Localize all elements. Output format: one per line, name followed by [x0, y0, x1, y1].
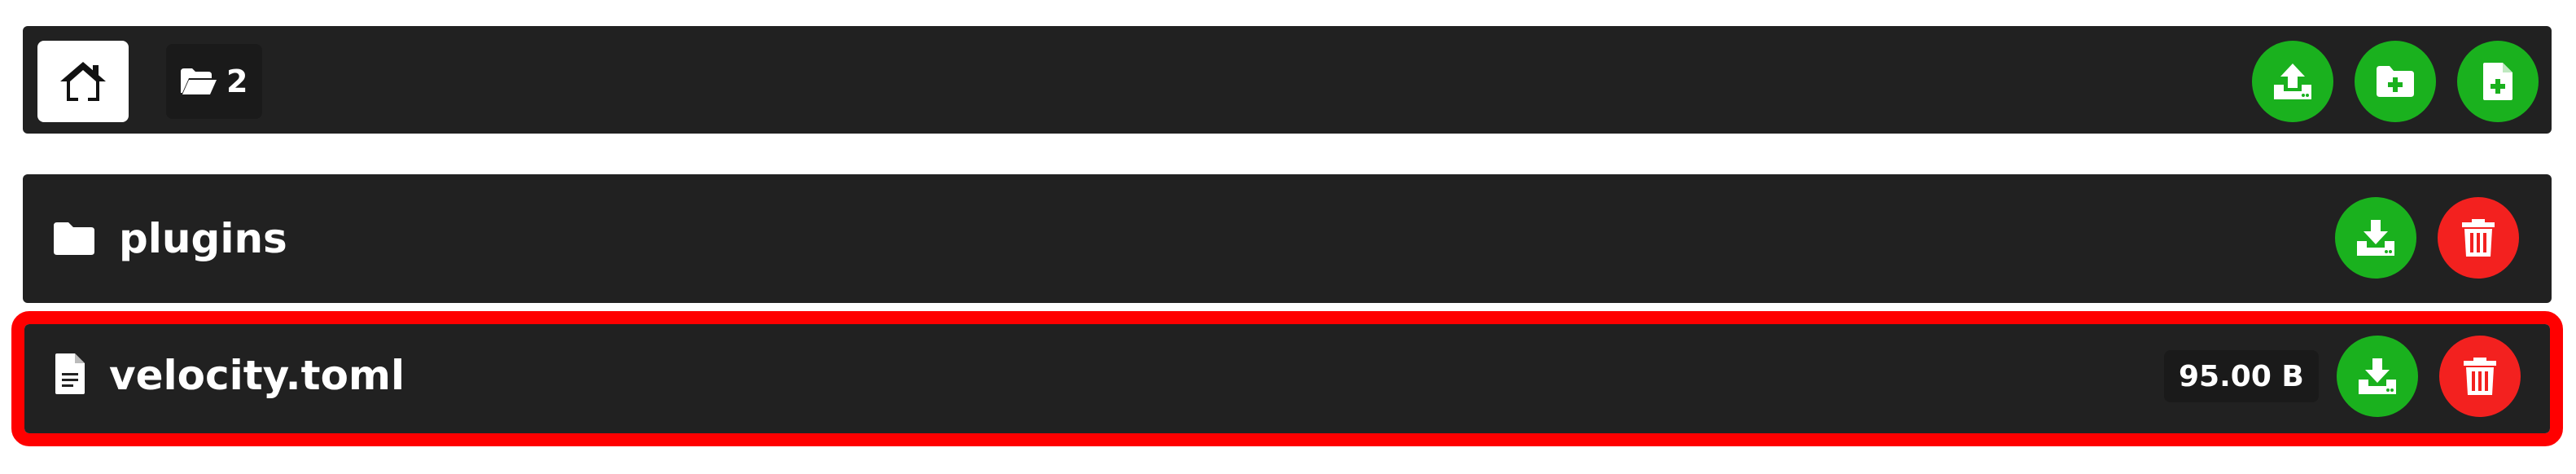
- upload-button[interactable]: [2252, 41, 2333, 122]
- download-button[interactable]: [2337, 336, 2418, 417]
- folder-open-icon: [181, 68, 217, 94]
- breadcrumb[interactable]: 2: [166, 44, 263, 119]
- download-button[interactable]: [2335, 197, 2416, 279]
- delete-button[interactable]: [2439, 336, 2521, 417]
- toolbar: 2: [23, 26, 2552, 134]
- file-name[interactable]: velocity.toml: [109, 355, 405, 396]
- home-button[interactable]: [37, 41, 129, 122]
- list-item[interactable]: plugins: [23, 174, 2552, 303]
- file-plus-icon: [2483, 63, 2512, 100]
- download-icon: [2357, 220, 2394, 256]
- file-name[interactable]: plugins: [119, 218, 287, 259]
- new-folder-button[interactable]: [2355, 41, 2436, 122]
- delete-button[interactable]: [2438, 197, 2519, 279]
- home-icon: [60, 62, 106, 101]
- list-item[interactable]: velocity.toml 95.00 B: [24, 324, 2550, 433]
- trash-icon: [2462, 219, 2495, 257]
- folder-icon: [52, 220, 96, 257]
- folder-plus-icon: [2377, 66, 2414, 97]
- file-text-icon: [54, 352, 86, 396]
- breadcrumb-label: 2: [226, 64, 248, 99]
- download-icon: [2359, 358, 2396, 394]
- trash-icon: [2464, 358, 2496, 395]
- upload-icon: [2274, 64, 2311, 99]
- file-size: 95.00 B: [2164, 350, 2319, 402]
- new-file-button[interactable]: [2457, 41, 2539, 122]
